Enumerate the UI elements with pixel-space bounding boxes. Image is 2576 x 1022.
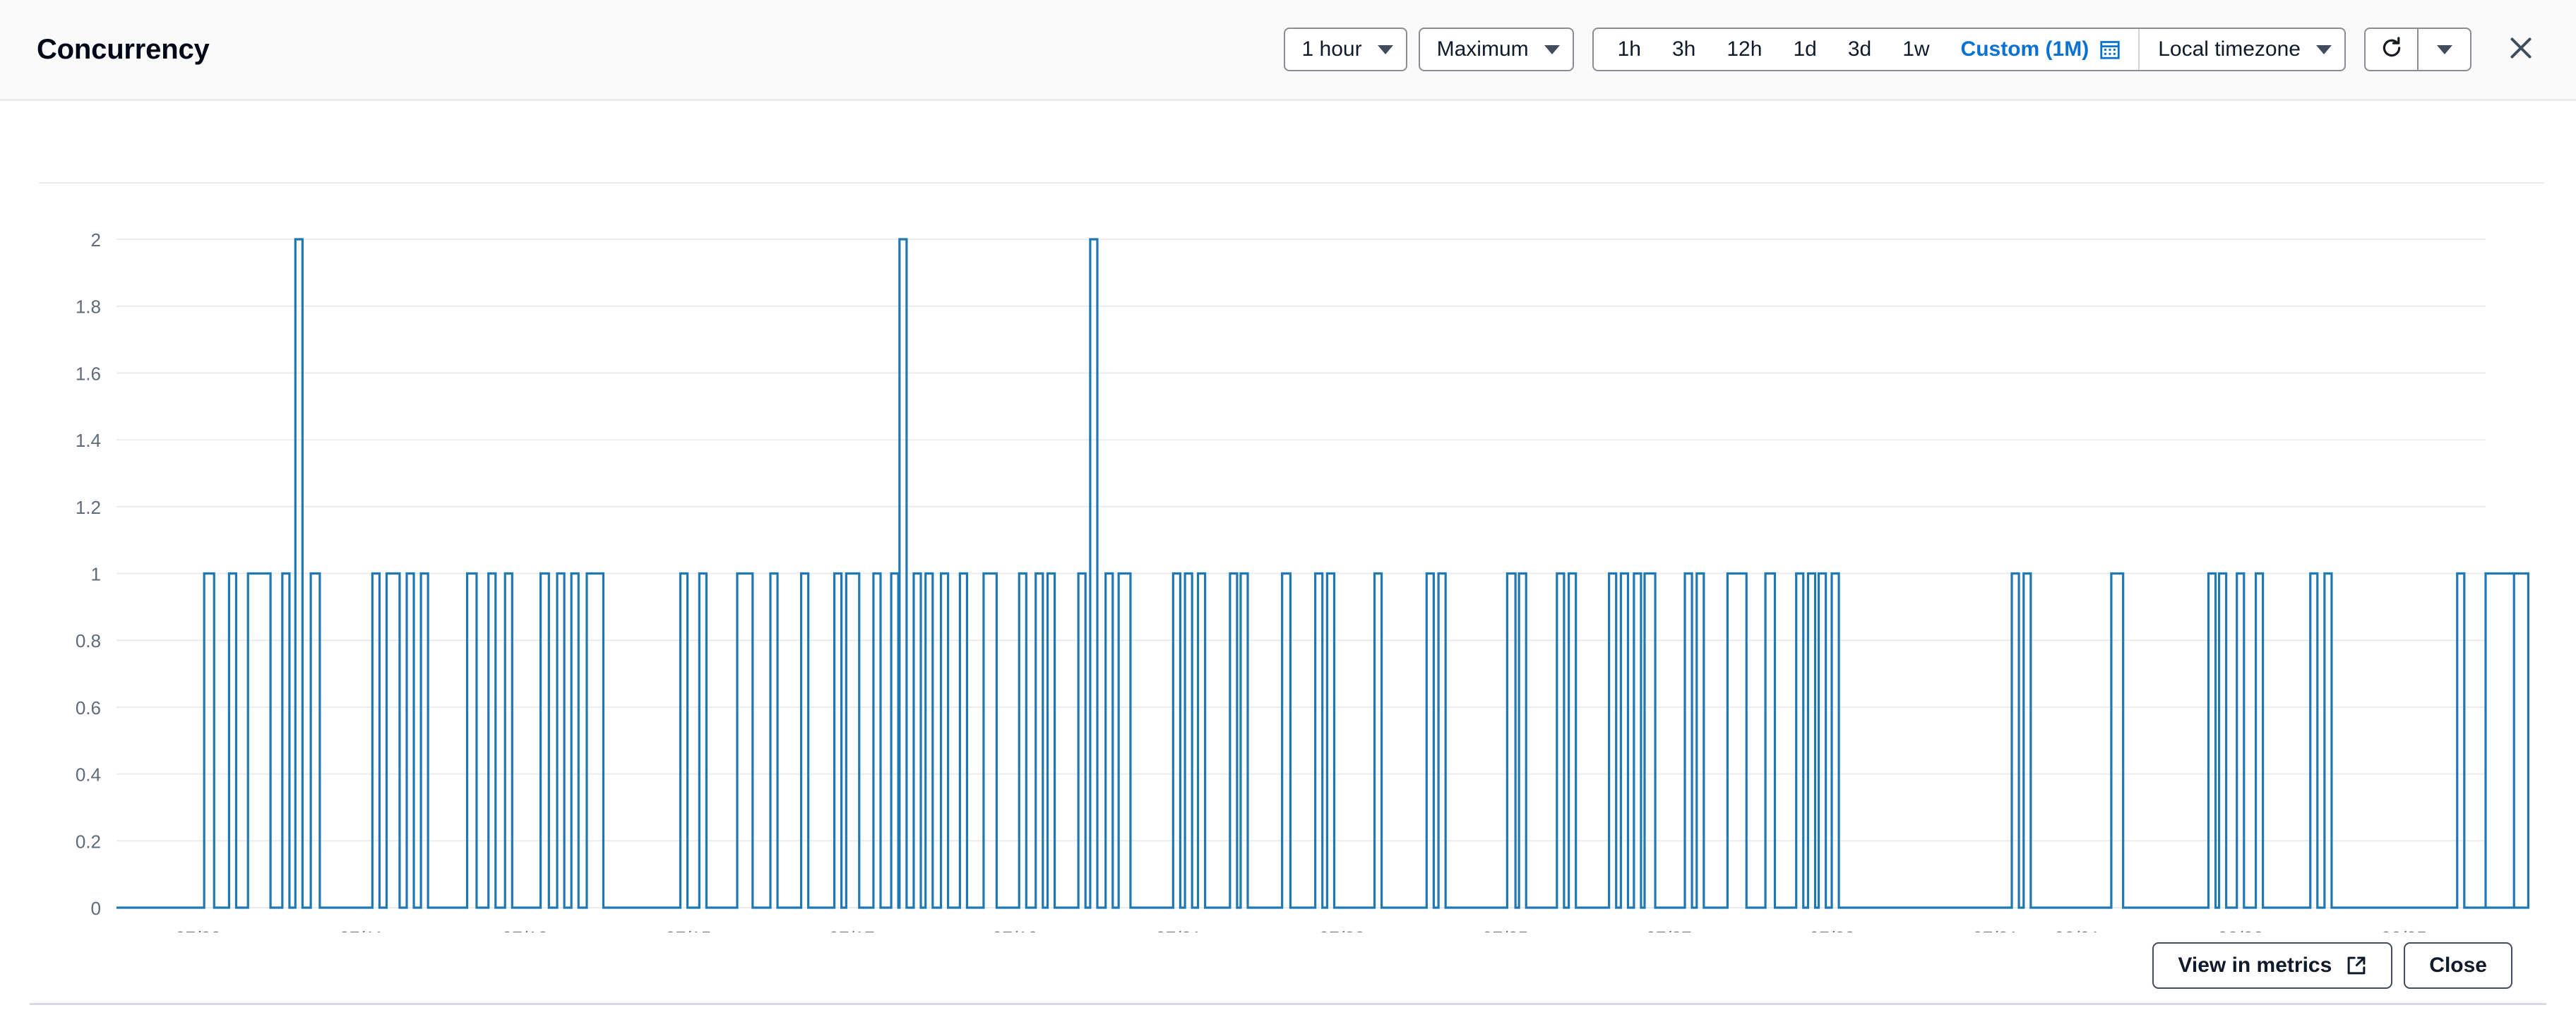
panel-body: 0 0.2 0.4 0.6 0.8 1 1.2 1.4 1.6 1.8 2 07/09 07/11 07/… — [0, 101, 2576, 932]
x-axis-tick-label: 08/05 — [2381, 927, 2427, 932]
chart-canvas[interactable]: 0 0.2 0.4 0.6 0.8 1 1.2 1.4 1.6 1.8 2 07/09 07/11 07/… — [0, 101, 2576, 932]
x-axis-tick-label: 07/23 — [1319, 927, 1365, 932]
x-axis-tick-label: 07/17 — [829, 927, 875, 932]
footer-actions: View in metrics Close — [2152, 942, 2512, 989]
x-axis-tick-label: 07/25 — [1482, 927, 1528, 932]
range-option-3d[interactable]: 3d — [1832, 29, 1887, 70]
chevron-down-icon — [1544, 44, 1560, 54]
x-axis-tick-label: 07/13 — [502, 927, 548, 932]
close-dialog-label: Close — [2429, 954, 2487, 977]
range-option-custom-label: Custom (1M) — [1960, 37, 2089, 61]
close-dialog-button[interactable]: Close — [2404, 942, 2512, 989]
calendar-icon — [2100, 40, 2120, 59]
x-axis-tick-label: 08/01 — [2054, 927, 2100, 932]
y-axis-tick-label: 1.8 — [76, 296, 101, 318]
period-select[interactable]: 1 hour — [1283, 28, 1407, 71]
timezone-select[interactable]: Local timezone — [2140, 29, 2344, 70]
x-axis-tick-label: 07/27 — [1646, 927, 1692, 932]
y-axis-tick-label: 1.4 — [76, 430, 101, 451]
refresh-icon — [2380, 36, 2404, 64]
chevron-down-icon — [1377, 44, 1393, 54]
y-axis-tick-label: 0.8 — [76, 630, 101, 651]
page-title: Concurrency — [37, 33, 210, 65]
y-axis-tick-label: 1 — [91, 564, 101, 585]
period-select-label: 1 hour — [1301, 37, 1362, 61]
range-option-1w[interactable]: 1w — [1887, 29, 1945, 70]
y-axis-tick-label: 1.2 — [76, 497, 101, 518]
range-option-3h[interactable]: 3h — [1657, 29, 1711, 70]
panel-footer: View in metrics Close — [0, 932, 2576, 1022]
external-link-icon — [2346, 955, 2367, 976]
x-axis-tick-label: 08/03 — [2217, 927, 2263, 932]
range-option-custom[interactable]: Custom (1M) — [1945, 29, 2139, 70]
close-button[interactable] — [2498, 27, 2544, 72]
chevron-down-icon — [2436, 44, 2452, 54]
header-controls: 1 hour Maximum 1h 3h 12h 1d 3d 1w Custom… — [1283, 27, 2544, 72]
y-axis-tick-label: 0.6 — [76, 697, 101, 719]
y-axis-tick-label: 1.6 — [76, 363, 101, 384]
refresh-button[interactable] — [2364, 28, 2418, 71]
concurrency-chart[interactable]: 0 0.2 0.4 0.6 0.8 1 1.2 1.4 1.6 1.8 2 07/09 07/11 07/… — [0, 101, 2576, 932]
range-option-1h[interactable]: 1h — [1594, 29, 1657, 70]
view-in-metrics-button[interactable]: View in metrics — [2152, 942, 2393, 989]
refresh-dropdown-button[interactable] — [2418, 28, 2471, 71]
x-axis-tick-label: 07/31 — [1972, 927, 2018, 932]
y-axis-tick-label: 0 — [91, 898, 101, 919]
timezone-select-label: Local timezone — [2158, 37, 2301, 61]
x-axis-tick-label: 07/15 — [665, 927, 711, 932]
refresh-split-button — [2364, 28, 2471, 71]
footer-divider — [30, 1003, 2546, 1005]
statistic-select[interactable]: Maximum — [1418, 28, 1574, 71]
y-axis-tick-label: 0.4 — [76, 764, 101, 786]
y-axis-tick-label: 2 — [91, 229, 101, 251]
x-axis-tick-label: 07/21 — [1155, 927, 1201, 932]
x-axis-tick-label: 07/11 — [339, 927, 383, 932]
time-range-group: 1h 3h 12h 1d 3d 1w Custom (1M) Local tim… — [1592, 28, 2346, 71]
range-option-12h[interactable]: 12h — [1711, 29, 1777, 70]
x-axis-tick-label: 07/09 — [175, 927, 221, 932]
chevron-down-icon — [2316, 44, 2332, 54]
x-axis-tick-label: 07/19 — [992, 927, 1038, 932]
x-axis-tick-label: 07/29 — [1809, 927, 1855, 932]
y-axis-tick-label: 0.2 — [76, 831, 101, 852]
panel-header: Concurrency 1 hour Maximum 1h 3h 12h 1d … — [0, 0, 2576, 101]
statistic-select-label: Maximum — [1436, 37, 1529, 61]
close-icon — [2507, 34, 2535, 66]
range-option-1d[interactable]: 1d — [1777, 29, 1832, 70]
view-in-metrics-label: View in metrics — [2178, 954, 2332, 977]
